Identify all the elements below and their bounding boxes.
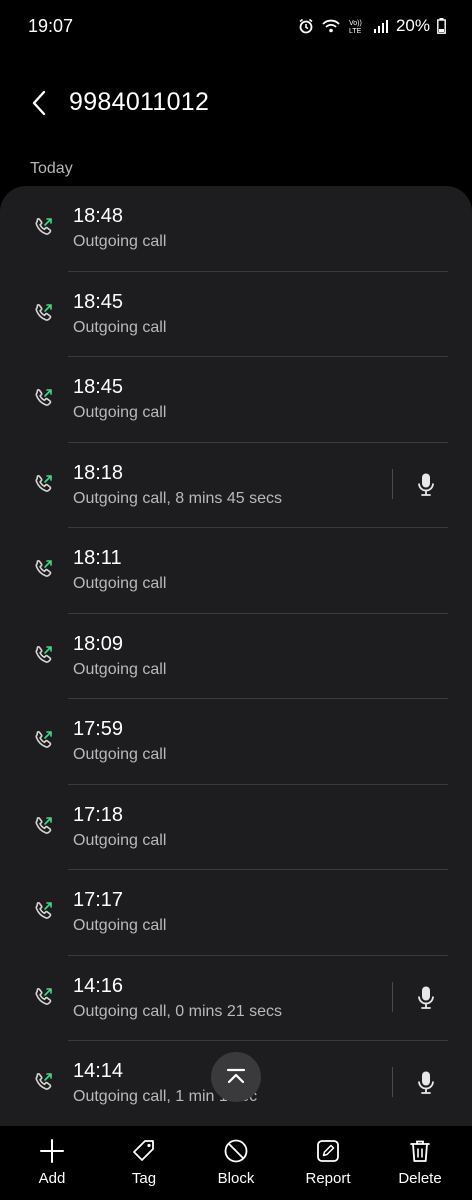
outgoing-call-icon — [32, 558, 54, 580]
call-description: Outgoing call, 8 mins 45 secs — [73, 489, 282, 507]
call-description: Outgoing call — [73, 318, 167, 336]
recording-separator — [392, 981, 393, 1012]
call-time: 14:14 — [73, 1060, 124, 1082]
report-label: Report — [305, 1170, 351, 1187]
call-description: Outgoing call — [73, 233, 167, 250]
call-recording-button[interactable] — [412, 983, 440, 1013]
outgoing-call-icon — [32, 387, 54, 409]
call-log-item[interactable]: 18:48 Outgoing call — [0, 186, 472, 272]
trash-icon — [410, 1140, 430, 1162]
svg-text:Vo)): Vo)) — [349, 20, 362, 27]
section-label-today: Today — [30, 160, 73, 177]
outgoing-call-icon — [32, 815, 54, 837]
block-button[interactable]: Block — [196, 1138, 276, 1187]
wifi-icon — [321, 18, 341, 34]
call-time: 18:48 — [73, 205, 124, 227]
microphone-icon — [418, 1071, 434, 1094]
tag-button[interactable]: Tag — [104, 1138, 184, 1187]
call-log-item[interactable]: 17:59 Outgoing call — [0, 699, 472, 785]
outgoing-call-icon — [32, 1071, 54, 1093]
status-bar: 19:07 Vo)) LTE 20% — [0, 0, 472, 54]
call-description: Outgoing call — [73, 404, 167, 421]
call-time: 17:59 — [73, 718, 124, 740]
plus-icon — [40, 1139, 64, 1163]
call-time: 18:45 — [73, 290, 124, 313]
add-label: Add — [38, 1170, 66, 1187]
call-log-item[interactable]: 17:18 Outgoing call — [0, 785, 472, 870]
call-log-item[interactable]: 17:17 Outgoing call — [0, 870, 472, 956]
outgoing-call-icon — [32, 900, 54, 922]
tag-icon — [133, 1140, 154, 1161]
microphone-icon — [418, 473, 434, 496]
outgoing-call-icon — [32, 216, 54, 238]
call-log-item[interactable]: 18:45 Outgoing call — [0, 357, 472, 443]
call-time: 18:11 — [73, 547, 122, 569]
add-button[interactable]: Add — [12, 1138, 92, 1187]
call-time: 17:17 — [73, 889, 124, 911]
call-description: Outgoing call — [73, 575, 167, 592]
call-time: 18:45 — [73, 376, 124, 398]
recording-separator — [392, 468, 393, 499]
svg-text:LTE: LTE — [349, 28, 362, 34]
report-button[interactable]: Report — [288, 1138, 368, 1187]
signal-icon — [373, 19, 389, 33]
call-log-list: 18:48 Outgoing call 18:45 Outgoing call … — [0, 186, 472, 1126]
call-description: Outgoing call — [73, 917, 167, 934]
tag-label: Tag — [131, 1170, 157, 1187]
call-log-item[interactable]: 14:16 Outgoing call, 0 mins 21 secs — [0, 956, 472, 1041]
call-log-item[interactable]: 18:09 Outgoing call — [0, 614, 472, 699]
outgoing-call-icon — [32, 302, 54, 324]
report-icon — [317, 1140, 339, 1162]
call-description: Outgoing call, 0 mins 21 secs — [73, 1002, 282, 1020]
delete-button[interactable]: Delete — [380, 1138, 460, 1187]
call-description: Outgoing call — [73, 831, 167, 849]
call-time: 18:09 — [73, 632, 124, 655]
call-recording-button[interactable] — [412, 1068, 440, 1098]
call-time: 17:18 — [73, 803, 124, 826]
outgoing-call-icon — [32, 729, 54, 751]
block-icon — [224, 1139, 248, 1163]
outgoing-call-icon — [32, 473, 54, 495]
scroll-to-top-button[interactable] — [211, 1052, 261, 1102]
call-log-item[interactable]: 18:11 Outgoing call — [0, 528, 472, 614]
battery-icon — [437, 18, 446, 34]
volte-icon: Vo)) LTE — [348, 18, 366, 34]
bottom-action-bar: Add Tag Block Report Delete — [0, 1126, 472, 1200]
page-title: 9984011012 — [69, 88, 210, 116]
block-label: Block — [217, 1170, 255, 1187]
outgoing-call-icon — [32, 986, 54, 1008]
status-time: 19:07 — [28, 16, 74, 36]
call-description: Outgoing call — [73, 746, 167, 763]
status-icons: Vo)) LTE 20% — [298, 16, 446, 36]
battery-percent: 20% — [395, 16, 430, 35]
back-button[interactable] — [24, 87, 54, 119]
header: 9984011012 — [0, 80, 472, 126]
call-time: 14:16 — [73, 974, 124, 997]
scroll-up-icon — [226, 1068, 246, 1084]
outgoing-call-icon — [32, 644, 54, 666]
alarm-icon — [298, 18, 314, 34]
call-log-item[interactable]: 18:18 Outgoing call, 8 mins 45 secs — [0, 443, 472, 528]
call-recording-button[interactable] — [412, 470, 440, 500]
call-description: Outgoing call — [73, 660, 167, 678]
recording-separator — [392, 1067, 393, 1097]
delete-label: Delete — [398, 1170, 442, 1187]
back-arrow-icon — [32, 90, 46, 116]
call-log-item[interactable]: 18:45 Outgoing call — [0, 272, 472, 357]
call-time: 18:18 — [73, 461, 124, 484]
microphone-icon — [418, 986, 434, 1009]
